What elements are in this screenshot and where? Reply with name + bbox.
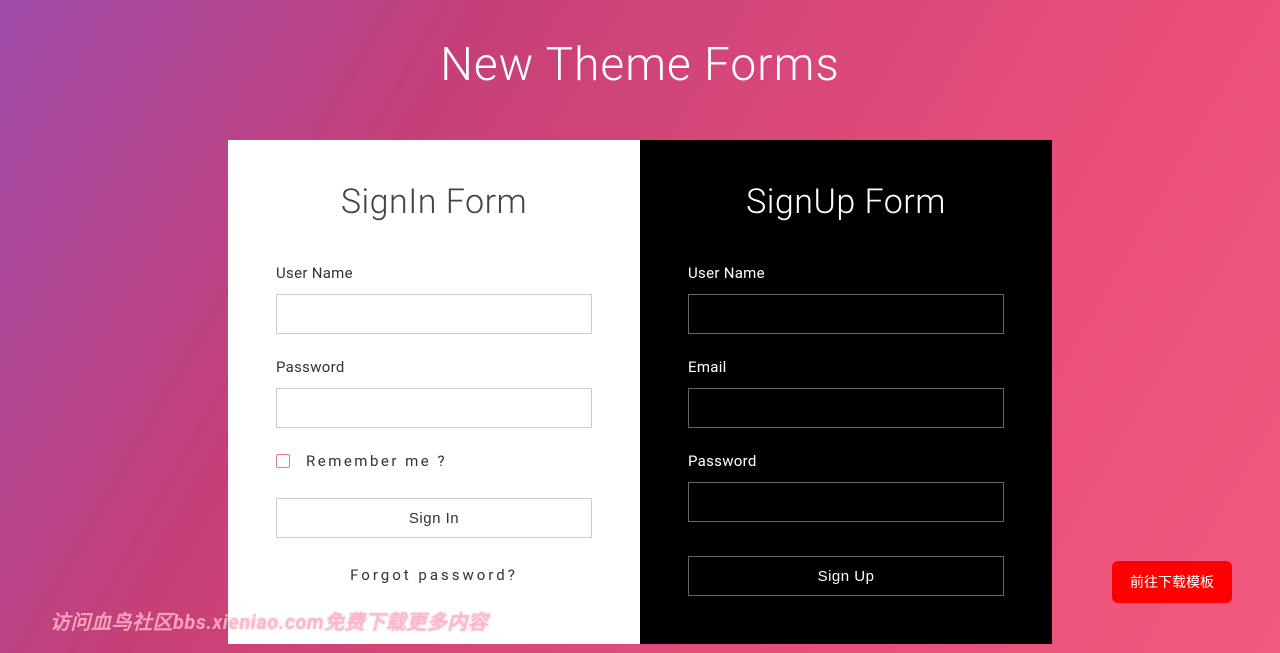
signin-password-input[interactable] <box>276 388 592 428</box>
signup-username-label: User Name <box>688 264 1004 282</box>
signup-email-input[interactable] <box>688 388 1004 428</box>
signup-email-label: Email <box>688 358 1004 376</box>
signin-username-group: User Name <box>276 264 592 334</box>
signup-password-label: Password <box>688 452 1004 470</box>
signup-panel: SignUp Form User Name Email Password Sig… <box>640 140 1052 644</box>
signup-title: SignUp Form <box>688 182 1004 222</box>
signup-password-group: Password <box>688 452 1004 522</box>
signin-username-input[interactable] <box>276 294 592 334</box>
signin-username-label: User Name <box>276 264 592 282</box>
download-template-button[interactable]: 前往下载模板 <box>1112 561 1232 603</box>
signup-email-group: Email <box>688 358 1004 428</box>
signin-panel: SignIn Form User Name Password Remember … <box>228 140 640 644</box>
forms-container: SignIn Form User Name Password Remember … <box>228 140 1052 644</box>
signup-username-group: User Name <box>688 264 1004 334</box>
page-title: New Theme Forms <box>0 0 1280 140</box>
remember-me-row: Remember me ? <box>276 452 592 470</box>
signin-password-label: Password <box>276 358 592 376</box>
signup-password-input[interactable] <box>688 482 1004 522</box>
signup-username-input[interactable] <box>688 294 1004 334</box>
forgot-password-link[interactable]: Forgot password? <box>276 566 592 584</box>
signup-button[interactable]: Sign Up <box>688 556 1004 596</box>
signin-title: SignIn Form <box>276 182 592 222</box>
signin-password-group: Password <box>276 358 592 428</box>
remember-me-label: Remember me ? <box>306 452 447 470</box>
signin-button[interactable]: Sign In <box>276 498 592 538</box>
remember-me-checkbox[interactable] <box>276 454 290 468</box>
